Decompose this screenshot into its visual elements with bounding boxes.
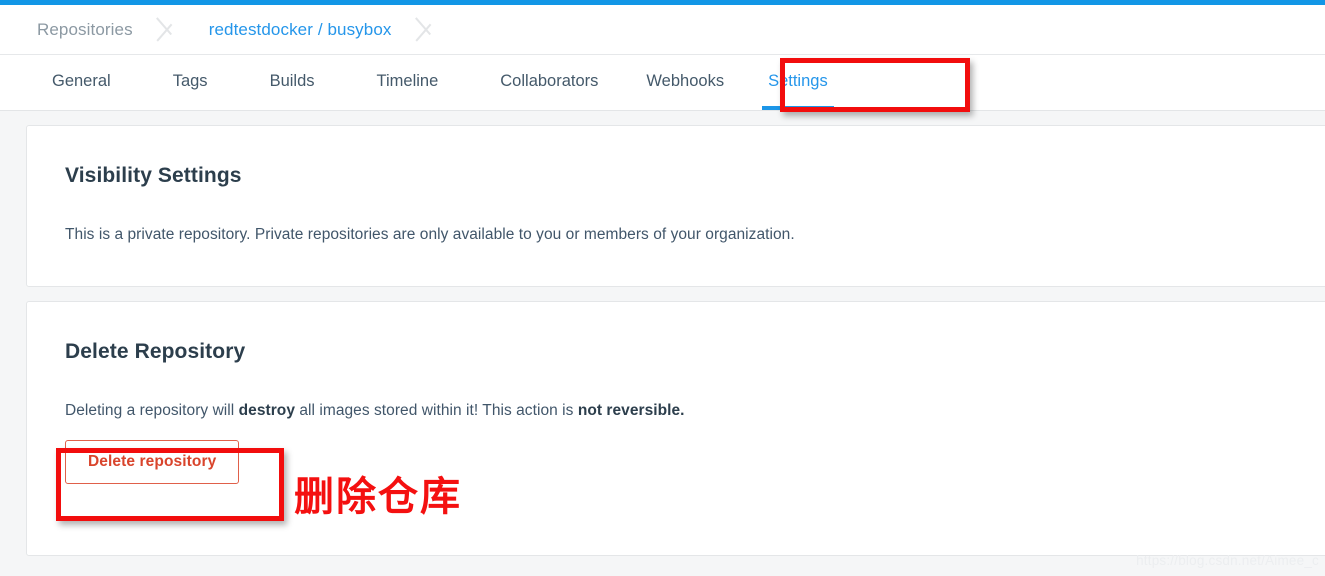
- tab-webhooks-label: Webhooks: [646, 72, 725, 90]
- delete-repository-card: Delete Repository Deleting a repository …: [26, 301, 1325, 556]
- delete-warning-bold-not-reversible: not reversible.: [577, 402, 685, 419]
- breadcrumb-item-repository[interactable]: redtestdocker / busybox: [181, 5, 392, 54]
- tab-collaborators[interactable]: Collaborators: [500, 55, 598, 110]
- visibility-settings-title: Visibility Settings: [65, 164, 242, 187]
- delete-repository-description: Deleting a repository will destroy all i…: [65, 402, 1325, 420]
- settings-content: Visibility Settings This is a private re…: [0, 111, 1325, 556]
- tab-builds-label: Builds: [269, 72, 315, 90]
- tab-bar: General Tags Builds Timeline Collaborato…: [0, 55, 1325, 111]
- tab-timeline[interactable]: Timeline: [377, 55, 439, 110]
- delete-repository-title: Delete Repository: [65, 340, 246, 363]
- breadcrumb-item-repositories[interactable]: Repositories: [0, 5, 133, 54]
- tab-builds[interactable]: Builds: [270, 55, 315, 110]
- visibility-settings-card: Visibility Settings This is a private re…: [26, 125, 1325, 287]
- visibility-settings-description: This is a private repository. Private re…: [65, 226, 795, 243]
- tab-collaborators-label: Collaborators: [500, 72, 599, 90]
- tab-settings-label: Settings: [768, 72, 828, 90]
- tab-settings[interactable]: Settings: [762, 55, 834, 110]
- breadcrumb-item-repositories-label: Repositories: [37, 19, 133, 39]
- delete-warning-bold-destroy: destroy: [238, 402, 295, 419]
- tab-general-label: General: [52, 72, 111, 90]
- breadcrumb: Repositories redtestdocker / busybox: [0, 5, 1325, 55]
- delete-warning-text-1: Deleting a repository will: [65, 402, 239, 419]
- delete-repository-button[interactable]: Delete repository: [65, 440, 240, 484]
- tab-webhooks[interactable]: Webhooks: [646, 55, 724, 110]
- delete-warning-text-2: all images stored within it! This action…: [295, 402, 578, 419]
- tab-general[interactable]: General: [52, 55, 111, 110]
- chevron-right-icon: [414, 5, 440, 54]
- tab-timeline-label: Timeline: [376, 72, 439, 90]
- tab-tags[interactable]: Tags: [173, 55, 208, 110]
- tab-tags-label: Tags: [172, 72, 208, 90]
- breadcrumb-item-repository-label: redtestdocker / busybox: [208, 19, 392, 39]
- chevron-right-icon: [155, 5, 181, 54]
